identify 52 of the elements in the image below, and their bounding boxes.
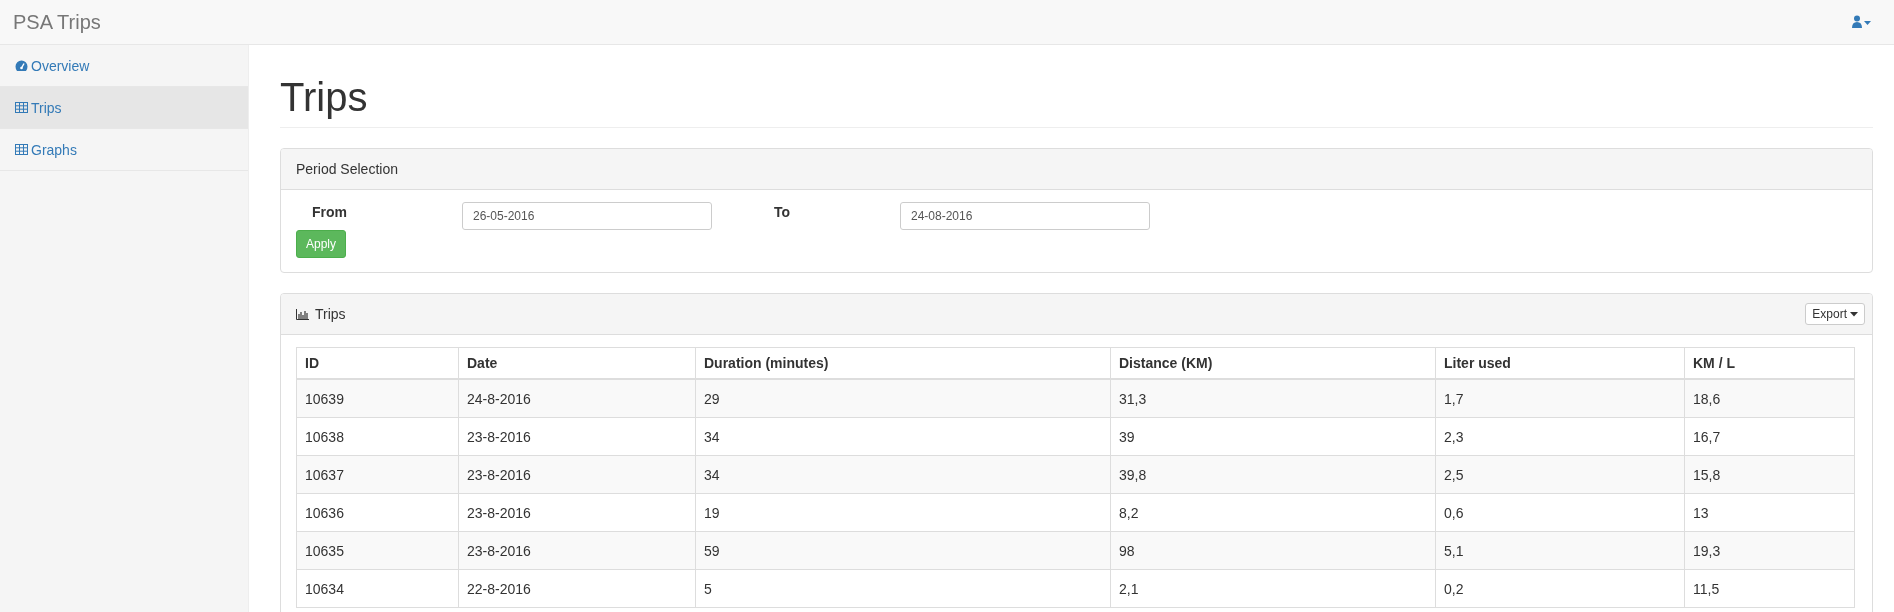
table-cell: 31,3: [1110, 379, 1436, 418]
table-cell: 22-8-2016: [458, 569, 696, 608]
panel-title: Period Selection: [296, 161, 398, 177]
table-cell: 23-8-2016: [458, 455, 696, 494]
table-cell: 23-8-2016: [458, 531, 696, 570]
to-date-field[interactable]: 24-08-2016: [900, 202, 1150, 230]
table-cell: 8,2: [1110, 493, 1436, 532]
table-icon: [15, 144, 28, 155]
table-cell: 13: [1684, 493, 1855, 532]
sidebar-item[interactable]: Trips: [0, 87, 248, 129]
panel-title: Trips: [315, 306, 346, 322]
table-cell: 19: [695, 493, 1111, 532]
table-cell: 24-8-2016: [458, 379, 696, 418]
table-cell: 11,5: [1684, 569, 1855, 608]
table-cell: 98: [1110, 531, 1436, 570]
dashboard-icon: [15, 59, 28, 72]
table-cell: 0,6: [1435, 493, 1685, 532]
caret-icon: [1850, 311, 1858, 317]
table-cell: 19,3: [1684, 531, 1855, 570]
table-cell: 23-8-2016: [458, 493, 696, 532]
table-cell: 2,5: [1435, 455, 1685, 494]
table-cell: 1,7: [1435, 379, 1685, 418]
from-date-field[interactable]: 26-05-2016: [462, 202, 712, 230]
to-label: To: [773, 204, 792, 220]
export-button[interactable]: Export: [1805, 303, 1865, 325]
table-cell: 10639: [296, 379, 459, 418]
user-icon: [1852, 15, 1872, 29]
table-cell: 18,6: [1684, 379, 1855, 418]
table-cell: 59: [695, 531, 1111, 570]
table-cell: 10637: [296, 455, 459, 494]
table-cell: 10634: [296, 569, 459, 608]
table-cell: 5,1: [1435, 531, 1685, 570]
table-cell: 15,8: [1684, 455, 1855, 494]
table-cell: 10638: [296, 417, 459, 456]
table-cell: 29: [695, 379, 1111, 418]
table-cell: 16,7: [1684, 417, 1855, 456]
page-title: Trips: [280, 75, 1873, 128]
table-cell: 2,3: [1435, 417, 1685, 456]
table-cell: 0,2: [1435, 569, 1685, 608]
table-cell: 39: [1110, 417, 1436, 456]
table-cell: 39,8: [1110, 455, 1436, 494]
table-cell: 10635: [296, 531, 459, 570]
brand-title[interactable]: PSA Trips: [13, 10, 101, 34]
table-cell: 23-8-2016: [458, 417, 696, 456]
table-cell: 34: [695, 417, 1111, 456]
table-icon: [15, 102, 28, 113]
table-cell: 34: [695, 455, 1111, 494]
bar-chart-icon: [296, 308, 309, 320]
table-cell: 10636: [296, 493, 459, 532]
table-cell: 5: [695, 569, 1111, 608]
table-cell: 2,1: [1110, 569, 1436, 608]
sidebar-item[interactable]: Graphs: [0, 129, 248, 171]
